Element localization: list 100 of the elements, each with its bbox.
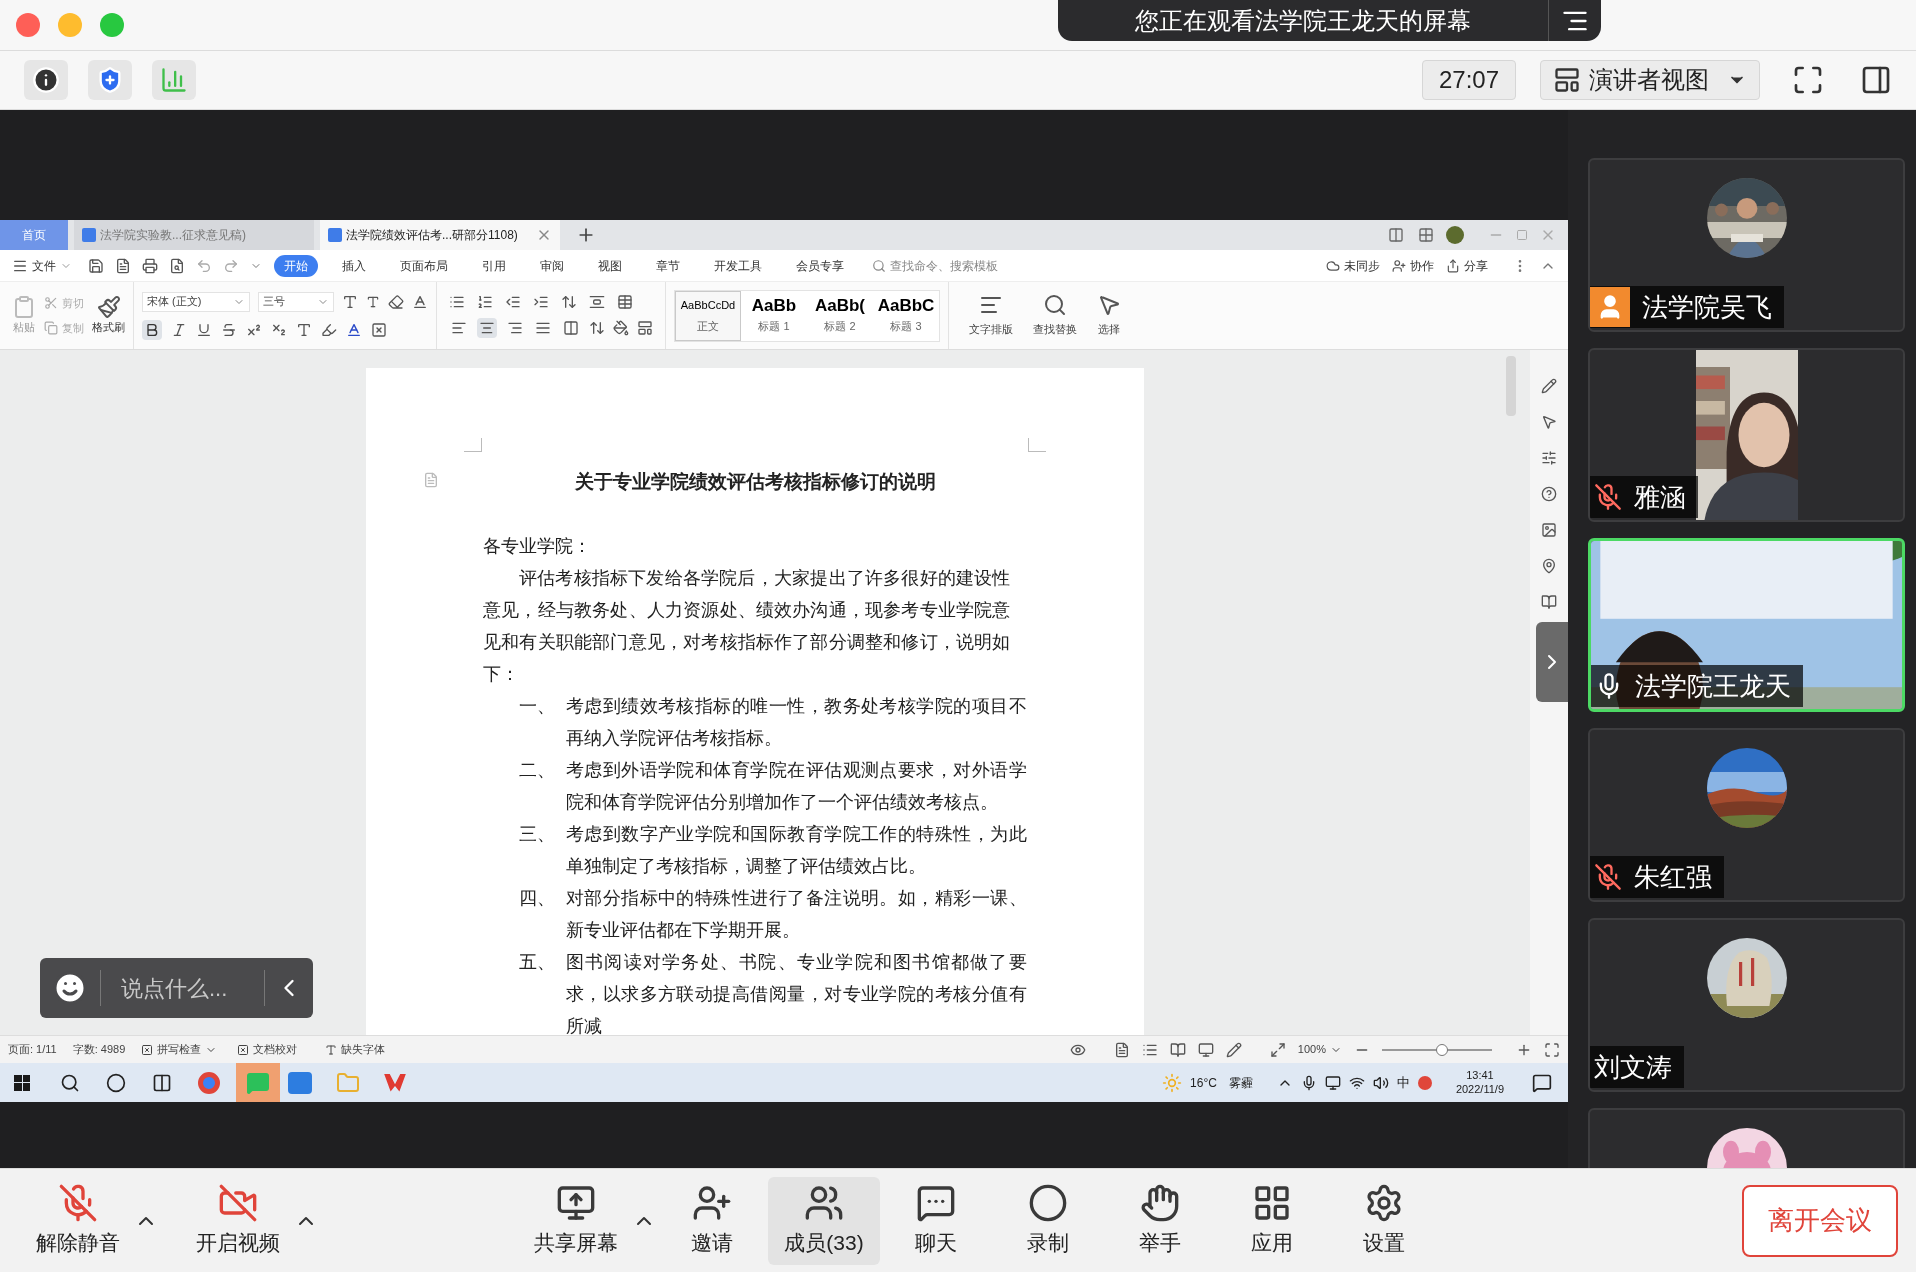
save-icon[interactable] <box>88 257 104 274</box>
windows-logo-icon[interactable] <box>14 1074 30 1091</box>
file-menu[interactable]: 文件 <box>32 256 56 275</box>
format-painter-button[interactable]: 格式刷 <box>92 319 125 336</box>
notification-icon[interactable] <box>1532 1072 1552 1093</box>
pencil-icon[interactable] <box>1541 378 1557 394</box>
numbered-list-icon[interactable] <box>477 293 493 310</box>
line-spacing-icon[interactable] <box>589 319 605 336</box>
image-icon[interactable] <box>1541 522 1557 538</box>
search-icon[interactable] <box>60 1072 80 1093</box>
shading-icon[interactable] <box>613 319 629 336</box>
speaker-icon[interactable] <box>1372 1074 1389 1091</box>
slider-thumb[interactable] <box>1435 1043 1448 1056</box>
w-logo-icon[interactable] <box>384 1073 406 1092</box>
pencil-icon[interactable] <box>1225 1041 1242 1058</box>
toolbar-button[interactable]: 成员(33) <box>768 1176 880 1265</box>
ribbon-tab[interactable]: 会员专享 <box>786 254 854 277</box>
task-view-icon[interactable] <box>152 1072 172 1093</box>
ribbon-tab[interactable]: 引用 <box>472 254 516 277</box>
grid-icon[interactable] <box>1418 227 1434 243</box>
app-icon[interactable] <box>288 1071 312 1094</box>
spacing-icon[interactable] <box>589 293 605 310</box>
style-preset[interactable]: AaBb( 标题 2 <box>807 290 873 341</box>
scrollbar[interactable] <box>1506 356 1516 416</box>
video-tile[interactable]: 刘文涛 <box>1588 918 1905 1092</box>
toolbar-button[interactable]: 应用 <box>1216 1176 1328 1265</box>
ribbon-tab[interactable]: 插入 <box>332 254 376 277</box>
toolbar-button[interactable]: 开启视频 <box>182 1176 294 1265</box>
underline-icon[interactable] <box>196 321 212 338</box>
phonetic-icon[interactable] <box>412 293 428 310</box>
sliders-icon[interactable] <box>1541 450 1557 466</box>
toolbar-button[interactable]: 举手 <box>1104 1176 1216 1265</box>
two-pages-icon[interactable] <box>1386 227 1406 243</box>
text-effect-icon[interactable] <box>296 321 312 338</box>
missing-fonts-button[interactable]: 缺失字体 <box>341 1041 386 1058</box>
toolbar-action[interactable]: 协作 <box>1410 256 1434 275</box>
video-tile[interactable]: 法学院吴飞 <box>1588 158 1905 332</box>
command-search[interactable]: 查找命令、搜索模板 <box>890 256 998 275</box>
toolbar-button[interactable]: 录制 <box>992 1176 1104 1265</box>
close-window-button[interactable] <box>16 13 40 37</box>
video-tile[interactable]: 雅涵 <box>1588 348 1905 522</box>
document-tab[interactable]: 法学院绩效评估考...研部分1108) <box>320 220 560 250</box>
ribbon-tab[interactable]: 章节 <box>646 254 690 277</box>
fullscreen-icon[interactable] <box>1792 64 1824 96</box>
ribbon-tab[interactable]: 开始 <box>274 254 318 277</box>
layout-icon[interactable] <box>1553 66 1581 94</box>
page-view-icon[interactable] <box>1113 1041 1130 1058</box>
font-icon[interactable] <box>325 1043 338 1056</box>
highlighter-icon[interactable] <box>321 321 337 338</box>
toolbar-button[interactable]: 共享屏幕 <box>520 1176 632 1265</box>
book-icon[interactable] <box>1541 594 1557 610</box>
strikethrough-icon[interactable] <box>221 321 237 338</box>
ribbon-tab[interactable]: 开发工具 <box>704 254 772 277</box>
ribbon-tab[interactable]: 审阅 <box>530 254 574 277</box>
bold-button[interactable] <box>142 319 162 340</box>
spell-check-button[interactable]: 拼写检查 <box>157 1041 202 1058</box>
document-icon[interactable] <box>115 257 131 274</box>
video-tile[interactable]: 朱红强 <box>1588 728 1905 902</box>
checkbox-icon[interactable] <box>141 1043 154 1056</box>
zoom-slider[interactable] <box>1382 1043 1492 1056</box>
toolbar-button[interactable]: 邀请 <box>656 1176 768 1265</box>
sort-icon[interactable] <box>561 293 577 310</box>
help-icon[interactable] <box>1541 486 1557 502</box>
eraser-icon[interactable] <box>388 293 404 310</box>
table-icon[interactable] <box>617 293 633 310</box>
avatar-icon[interactable] <box>1446 226 1464 244</box>
app-tray-icon[interactable] <box>1417 1075 1432 1090</box>
checkbox-icon[interactable] <box>237 1043 250 1056</box>
font-color-icon[interactable] <box>346 321 362 338</box>
printer-icon[interactable] <box>142 257 158 274</box>
ribbon-tab[interactable]: 视图 <box>588 254 632 277</box>
toolbar-button[interactable]: 解除静音 <box>22 1176 134 1265</box>
video-tile[interactable]: 法学院王龙天 <box>1588 538 1905 712</box>
web-view-icon[interactable] <box>1197 1041 1214 1058</box>
grow-font-icon[interactable] <box>342 293 358 310</box>
paintbrush-icon[interactable] <box>96 295 121 320</box>
style-preset[interactable]: AaBb 标题 1 <box>741 290 807 341</box>
ribbon-tool[interactable]: 选择 <box>1098 321 1120 338</box>
pin-icon[interactable] <box>1541 558 1557 574</box>
character-border-icon[interactable] <box>371 321 387 338</box>
pointer-icon[interactable] <box>1541 414 1557 430</box>
proofread-button[interactable]: 文档校对 <box>253 1041 298 1058</box>
preview-icon[interactable] <box>169 257 185 274</box>
italic-icon[interactable] <box>171 321 187 338</box>
circle-icon[interactable] <box>106 1072 126 1093</box>
borders-icon[interactable] <box>637 319 653 336</box>
input-method[interactable]: 中 <box>1396 1072 1410 1093</box>
toolbar-button[interactable]: 设置 <box>1328 1176 1440 1265</box>
side-panel-icon[interactable] <box>1860 64 1892 96</box>
toolbar-button[interactable]: 聊天 <box>880 1176 992 1265</box>
shrink-font-icon[interactable] <box>366 294 380 309</box>
ribbon-tool[interactable]: 文字排版 <box>969 321 1013 338</box>
zoom-menu[interactable]: 100% <box>1297 1041 1326 1058</box>
fit-icon[interactable] <box>1269 1041 1286 1058</box>
ribbon-tab[interactable]: 页面布局 <box>390 254 458 277</box>
monitor-icon[interactable] <box>1324 1074 1341 1091</box>
clipboard-icon[interactable] <box>12 295 36 320</box>
align-button[interactable] <box>477 317 497 338</box>
search-icon[interactable] <box>1043 293 1067 318</box>
collapse-tab[interactable] <box>1536 622 1568 702</box>
